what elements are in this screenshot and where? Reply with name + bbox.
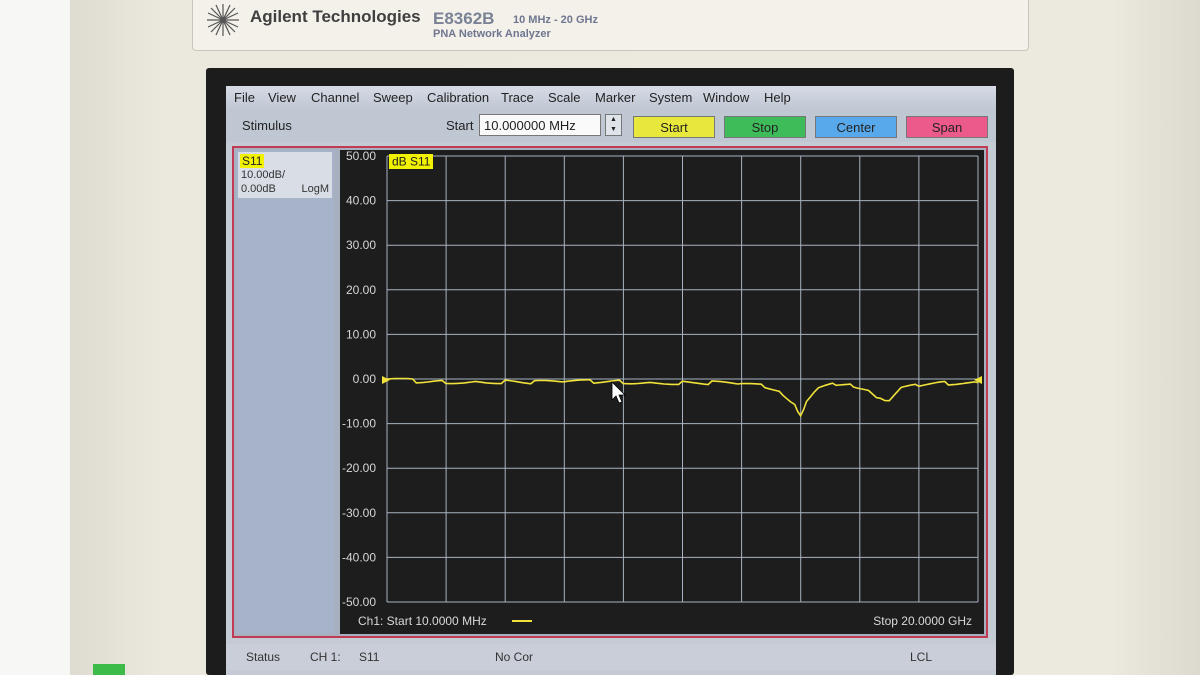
status-bar: Status CH 1: S11 No Cor LCL [226,644,996,670]
y-tick-label: 10.00 [346,327,376,341]
frequency-range: 10 MHz - 20 GHz [513,14,598,26]
trace-name-tag: S11 [240,154,265,168]
stop-button[interactable]: Stop [724,116,806,138]
trace-status-box[interactable]: S11 10.00dB/ 0.00dB LogM [238,152,332,198]
start-frequency-input[interactable] [479,114,601,136]
y-tick-label: -10.00 [342,417,376,431]
trace-scale: 10.00dB/ [241,169,286,181]
trace-reference: 0.00dB [241,183,276,195]
remote-status: LCL [910,650,933,664]
start-frequency-spinner[interactable]: ▲ ▼ [605,114,622,136]
menu-bar: File View Channel Sweep Calibration Trac… [226,86,996,110]
y-tick-label: 30.00 [346,238,376,252]
menu-marker[interactable]: Marker [595,90,635,105]
menu-window[interactable]: Window [703,90,749,105]
menu-help[interactable]: Help [764,90,791,105]
power-led [93,664,125,675]
y-tick-label: -20.00 [342,461,376,475]
status-label: Status [246,650,281,664]
start-frequency-readout: Ch1: Start 10.0000 MHz [358,614,487,628]
y-tick-label: -50.00 [342,595,376,609]
y-tick-label: -30.00 [342,506,376,520]
span-button[interactable]: Span [906,116,988,138]
menu-system[interactable]: System [649,90,692,105]
plot-area: 50.00 40.00 30.00 20.00 10.00 0.00 -10.00 -20.0… [340,149,984,634]
menu-view[interactable]: View [268,90,296,105]
y-tick-label: -40.00 [342,550,376,564]
status-parameter: S11 [359,650,380,664]
spin-up-icon[interactable]: ▲ [606,115,621,125]
model-number: E8362B [433,9,495,28]
spin-down-icon[interactable]: ▼ [606,125,621,135]
menu-file[interactable]: File [234,90,255,105]
menu-scale[interactable]: Scale [548,90,581,105]
stop-frequency-readout: Stop 20.0000 GHz [873,614,972,628]
analyzer-screen: File View Channel Sweep Calibration Trac… [226,86,996,675]
trace-info-panel [236,150,334,634]
stimulus-toolbar: Stimulus Start ▲ ▼ Start Stop Center Spa… [226,110,996,142]
start-button[interactable]: Start [633,116,715,138]
menu-trace[interactable]: Trace [501,90,534,105]
y-tick-label: 40.00 [346,194,376,208]
trace-format: LogM [301,183,329,195]
menu-channel[interactable]: Channel [311,90,359,105]
s11-plot[interactable]: 50.00 40.00 30.00 20.00 10.00 0.00 -10.00 -20.0… [340,149,984,634]
y-tick-label: 0.00 [353,372,377,386]
stimulus-label: Stimulus [242,118,292,133]
menu-sweep[interactable]: Sweep [373,90,413,105]
center-button[interactable]: Center [815,116,897,138]
trace-label: dB S11 [392,155,431,169]
correction-status: No Cor [495,650,534,664]
agilent-logo-icon [207,4,239,36]
background-wall [0,0,70,675]
menu-calibration[interactable]: Calibration [427,90,489,105]
y-tick-label: 20.00 [346,283,376,297]
status-channel: CH 1: [310,650,341,664]
start-field-label: Start [446,118,474,133]
instrument-subtitle: PNA Network Analyzer [433,28,551,40]
reference-left-marker-icon [382,376,390,384]
brand-name: Agilent Technologies [250,7,421,26]
y-tick-label: 50.00 [346,150,376,163]
